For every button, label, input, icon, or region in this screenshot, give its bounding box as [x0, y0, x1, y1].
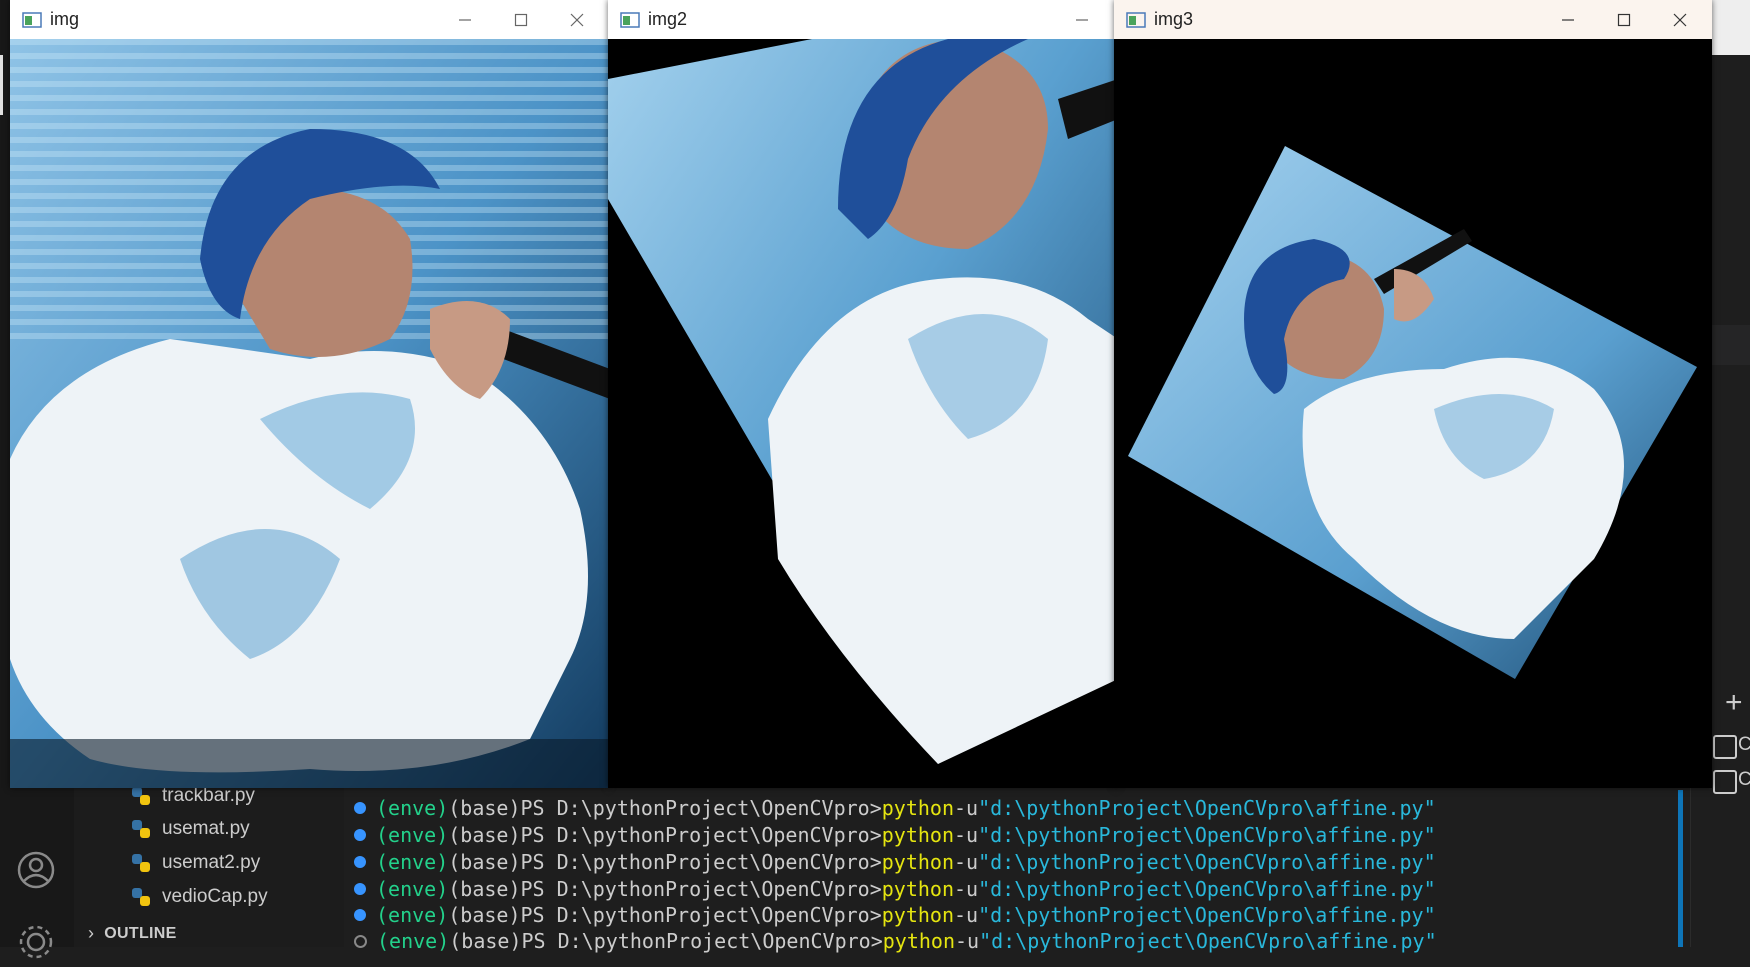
terminal-line: (enve) (base) PS D:\pythonProject\OpenCV… — [354, 795, 1436, 821]
command-status-icon — [354, 934, 367, 948]
outline-label: OUTLINE — [104, 924, 177, 942]
file-item[interactable]: usemat2.py — [130, 849, 260, 877]
minimize-icon[interactable] — [437, 0, 493, 39]
window-title: img — [50, 9, 80, 29]
maximize-icon[interactable] — [493, 0, 549, 39]
affine-transformed-photo — [1114, 39, 1712, 788]
command-status-icon — [354, 909, 366, 921]
window-titlebar[interactable]: img2 — [608, 0, 1118, 39]
terminal-tab-label[interactable]: C — [1738, 769, 1750, 791]
file-name: usemat2.py — [162, 852, 261, 873]
opencv-window-icon — [1126, 11, 1146, 28]
terminal-tab-label[interactable]: C — [1738, 734, 1750, 756]
image-canvas — [1114, 39, 1712, 788]
window-title: img3 — [1154, 9, 1194, 29]
terminal-line: (enve) (base) PS D:\pythonProject\OpenCV… — [354, 822, 1436, 848]
panel-background-strip — [1712, 0, 1750, 55]
file-name: vedioCap.py — [162, 886, 268, 907]
command-status-icon — [354, 883, 366, 895]
close-icon[interactable] — [1652, 0, 1708, 39]
outline-section-header[interactable]: › OUTLINE — [88, 923, 177, 944]
minimize-icon[interactable] — [1540, 0, 1596, 39]
image-canvas — [10, 39, 609, 788]
panel-background-strip — [1712, 325, 1750, 365]
displayed-photo — [10, 39, 609, 788]
python-file-icon — [132, 854, 150, 872]
python-file-icon — [132, 787, 150, 805]
settings-gear-icon[interactable] — [16, 922, 56, 962]
close-icon[interactable] — [549, 0, 605, 39]
file-item[interactable]: vedioCap.py — [130, 883, 268, 911]
window-img3[interactable]: img3 — [1114, 0, 1712, 788]
rotated-photo — [608, 39, 1118, 788]
file-name: usemat.py — [162, 818, 250, 839]
command-status-icon — [354, 829, 366, 841]
add-terminal-icon[interactable]: + — [1725, 686, 1743, 720]
chevron-right-icon: › — [88, 923, 95, 943]
terminal-line: (enve) (base) PS D:\pythonProject\OpenCV… — [354, 928, 1437, 954]
python-file-icon — [132, 888, 150, 906]
file-name: trackbar.py — [162, 785, 255, 806]
terminal-line: (enve) (base) PS D:\pythonProject\OpenCV… — [354, 876, 1436, 902]
terminal-scrollbar[interactable] — [1678, 790, 1683, 947]
minimize-icon[interactable] — [1054, 0, 1110, 39]
window-title: img2 — [648, 9, 688, 29]
terminal-icon[interactable] — [1713, 735, 1737, 759]
window-img[interactable]: img — [10, 0, 609, 788]
account-icon[interactable] — [16, 850, 56, 890]
python-file-icon — [132, 820, 150, 838]
command-status-icon — [354, 802, 366, 814]
opencv-window-icon — [22, 11, 42, 28]
maximize-icon[interactable] — [1596, 0, 1652, 39]
terminal-icon[interactable] — [1713, 770, 1737, 794]
command-status-icon — [354, 856, 366, 868]
image-canvas — [608, 39, 1118, 788]
file-item[interactable]: usemat.py — [130, 815, 250, 843]
opencv-window-icon — [620, 11, 640, 28]
terminal-line: (enve) (base) PS D:\pythonProject\OpenCV… — [354, 902, 1436, 928]
terminal-line: (enve) (base) PS D:\pythonProject\OpenCV… — [354, 849, 1436, 875]
window-img2[interactable]: img2 — [608, 0, 1118, 788]
active-indicator — [0, 55, 3, 115]
